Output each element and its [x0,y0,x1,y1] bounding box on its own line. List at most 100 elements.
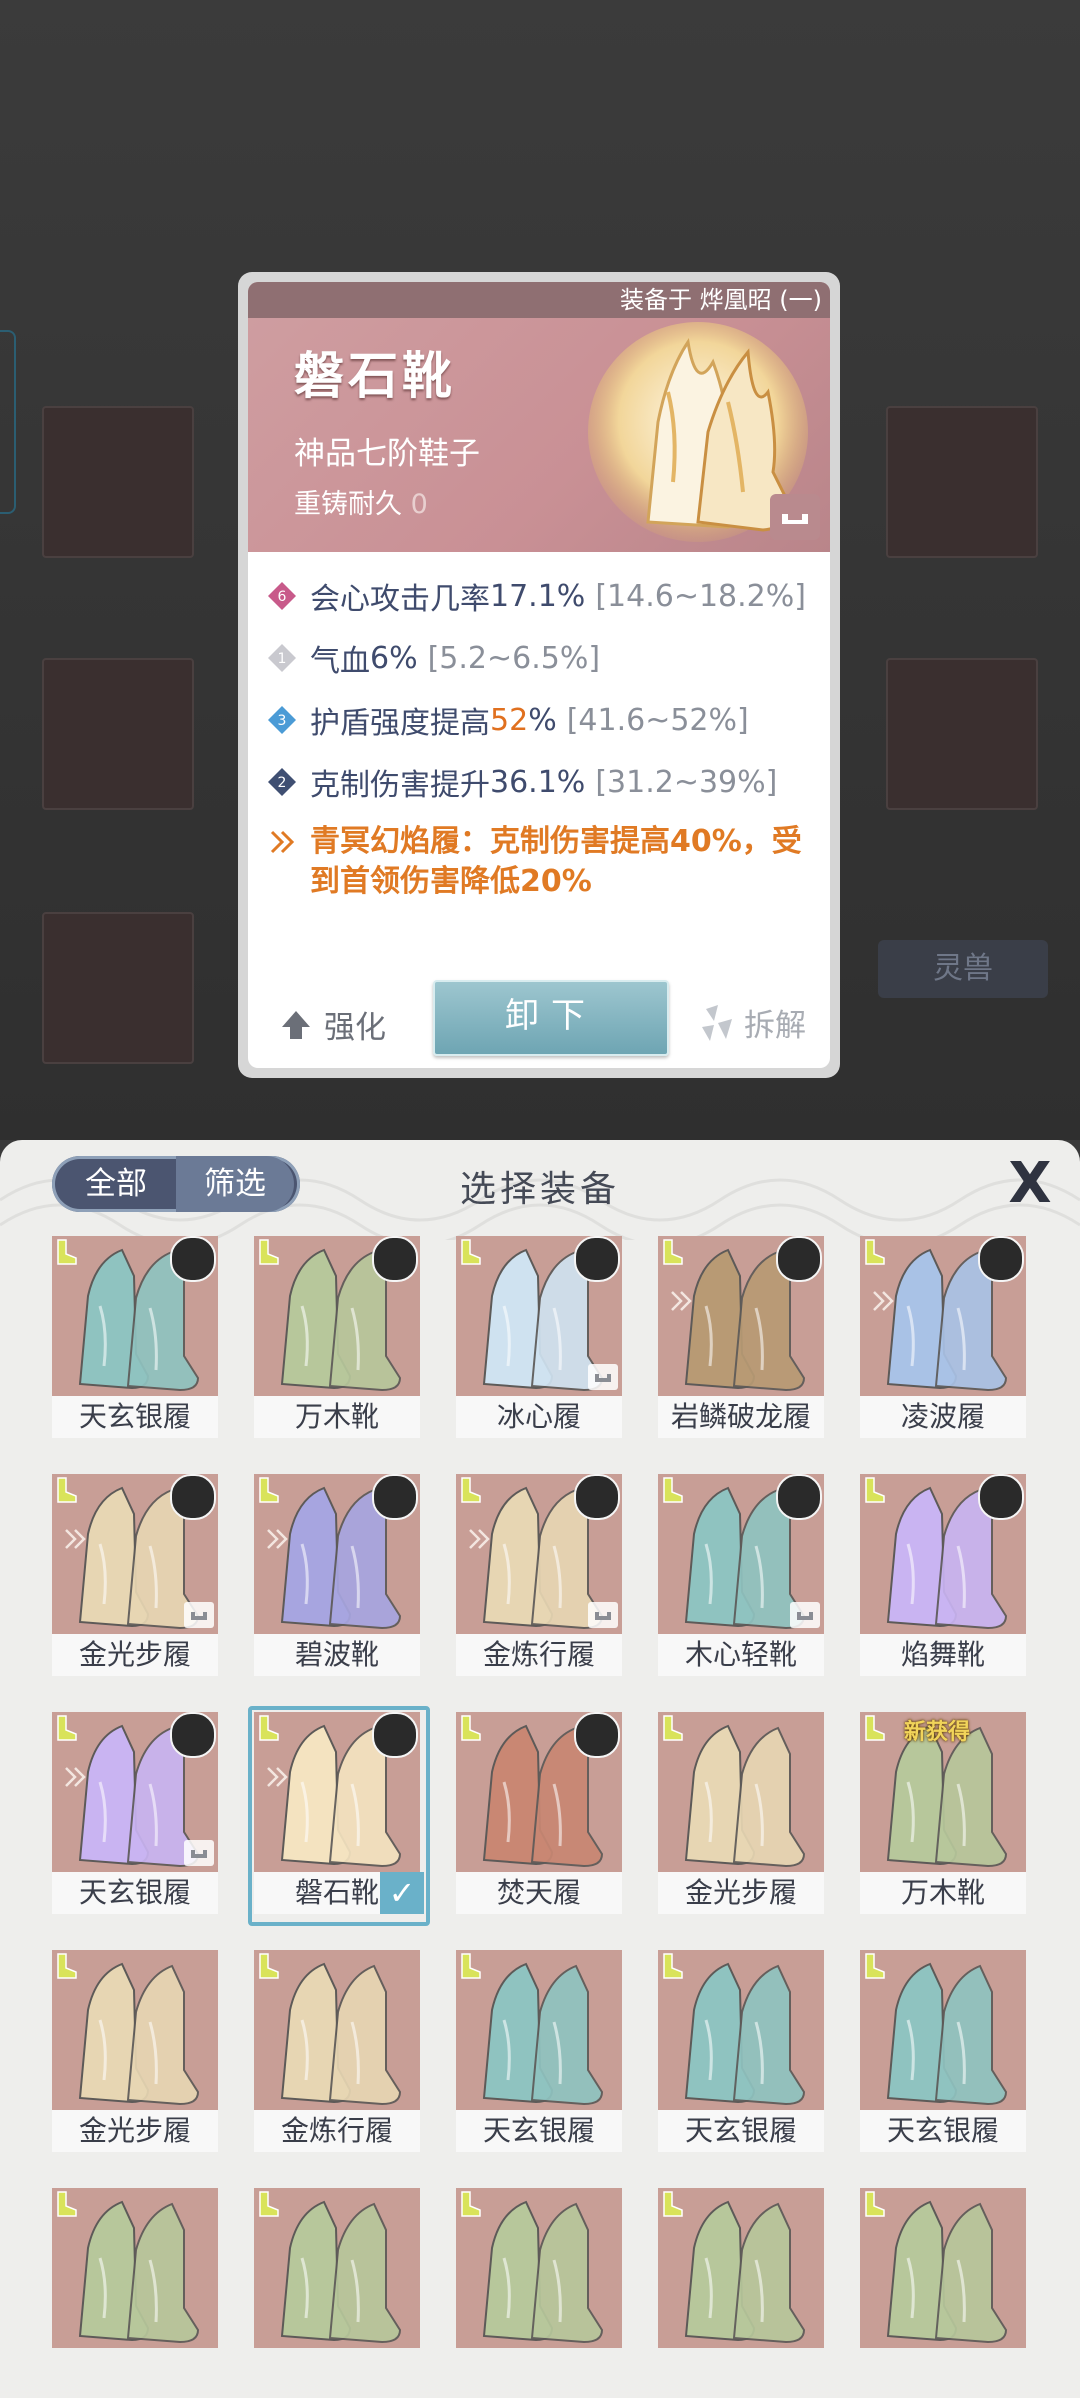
stat-row: 1 气血 6% [5.2~6.5%] [266,634,600,682]
grade-boot-icon [663,2191,683,2217]
unequip-button[interactable]: 卸下 [433,980,669,1056]
equipment-name: 金光步履 [52,1634,218,1676]
equipment-name: 万木靴 [254,1396,420,1438]
lock-icon[interactable] [770,494,820,540]
equipment-item[interactable]: 金炼行履 [456,1474,622,1678]
stat-range: [14.6~18.2%] [595,578,806,614]
grade-boot-icon [57,1477,77,1503]
grade-boot-icon [865,2191,885,2217]
equipment-item[interactable]: 天玄银履 [456,1950,622,2154]
owner-avatar [574,1474,620,1520]
set-bonus-icon [270,830,295,854]
equipment-item[interactable]: 天玄银履 [860,1950,1026,2154]
svg-text:6: 6 [278,589,287,605]
bg-equip-slot [42,912,194,1064]
equipment-name: 天玄银履 [860,2110,1026,2152]
dismantle-icon [702,1004,732,1041]
new-badge: 新获得 [904,1720,971,1745]
equipment-item[interactable] [860,2188,1026,2392]
select-equipment-panel: 全部 筛选 选择装备 X 天玄银履 万木靴 冰心履 岩鳞破龙履 凌波履 金光步履 碧波靴 金炼… [0,1140,1080,2398]
stat-tier-badge-icon: 3 [266,704,298,736]
grade-boot-icon [57,1715,77,1741]
lock-icon [184,1840,214,1866]
equipment-item[interactable]: 冰心履 [456,1236,622,1440]
set-bonus: 青冥幻焰履：克制伤害提高40%，受到首领伤害降低20% [266,822,806,902]
stat-row: 3 护盾强度提高 52% [41.6~52%] [266,696,749,744]
grade-boot-icon [259,1953,279,1979]
stat-name: 克制伤害提升 [310,768,490,803]
stat-name: 气血 [310,644,370,679]
equipment-name: 天玄银履 [52,1396,218,1438]
equipment-item[interactable]: 岩鳞破龙履 [658,1236,824,1440]
equipment-item[interactable]: 焚天履 [456,1712,622,1916]
lock-icon [184,1602,214,1628]
equipment-item[interactable]: 凌波履 [860,1236,1026,1440]
side-tab [0,330,16,514]
equipment-name: 金炼行履 [254,2110,420,2152]
set-bonus-icon [873,1291,894,1311]
dismantle-button[interactable]: 拆解 [698,1000,806,1045]
equipment-name: 万木靴 [860,1872,1026,1914]
equipment-item[interactable]: 天玄银履 [52,1236,218,1440]
owner-avatar [776,1236,822,1282]
equipment-name: 金光步履 [658,1872,824,1914]
enhance-label: 强化 [324,1010,386,1046]
equipment-item[interactable]: 碧波靴 [254,1474,420,1678]
grade-boot-icon [865,1239,885,1265]
bg-equip-slot [42,658,194,810]
equipment-item[interactable]: 磐石靴 ✓ [248,1706,430,1926]
equipment-item[interactable] [658,2188,824,2392]
stat-range: [5.2~6.5%] [427,640,601,676]
equipment-item[interactable]: 焰舞靴 [860,1474,1026,1678]
stat-tier-badge-icon: 2 [266,766,298,798]
item-detail-inner: 装备于 烨凰昭 (一) 磐石靴 神品七阶鞋子 重铸耐久 0 6 会心攻击几率 1… [248,282,830,1068]
equipment-name: 岩鳞破龙履 [658,1396,824,1438]
equipment-item[interactable]: 新获得万木靴 [860,1712,1026,1916]
equipment-name: 金炼行履 [456,1634,622,1676]
enhance-button[interactable]: 强化 [278,1002,386,1047]
owner-avatar [372,1236,418,1282]
equipment-item[interactable]: 金光步履 [52,1950,218,2154]
stat-range: [41.6~52%] [566,702,749,738]
checkmark-icon: ✓ [380,1872,424,1914]
stat-value: 6% [370,640,418,676]
equipment-item[interactable] [456,2188,622,2392]
stat-value-suffix: % [528,702,557,738]
equipment-item[interactable]: 木心轻靴 [658,1474,824,1678]
grade-boot-icon [663,1477,683,1503]
equipment-name: 天玄银履 [456,2110,622,2152]
item-header: 装备于 烨凰昭 (一) 磐石靴 神品七阶鞋子 重铸耐久 0 [248,282,830,552]
grade-boot-icon [259,1239,279,1265]
stat-tier-badge-icon: 6 [266,580,298,612]
equipment-item[interactable]: 金炼行履 [254,1950,420,2154]
close-button[interactable]: X [1004,1156,1056,1212]
stat-value: 52 [490,702,529,738]
equipment-item[interactable] [52,2188,218,2392]
dismantle-label: 拆解 [744,1008,806,1044]
set-bonus-icon [469,1529,490,1549]
equipment-item[interactable]: 金光步履 [658,1712,824,1916]
grade-boot-icon [865,1477,885,1503]
lock-icon [588,1602,618,1628]
equipment-item[interactable]: 天玄银履 [52,1712,218,1916]
set-bonus-icon [671,1291,692,1311]
grade-boot-icon [663,1239,683,1265]
unequip-label: 卸下 [505,996,597,1036]
grade-boot-icon [57,1953,77,1979]
item-grade: 神品七阶鞋子 [294,436,480,472]
equipment-item[interactable]: 万木靴 [254,1236,420,1440]
equipment-item[interactable]: 金光步履 [52,1474,218,1678]
grade-boot-icon [259,2191,279,2217]
equipment-name: 焰舞靴 [860,1634,1026,1676]
grade-boot-icon [259,1477,279,1503]
durability: 重铸耐久 0 [294,482,428,521]
durability-value: 0 [410,489,428,520]
grade-boot-icon [461,1477,481,1503]
grade-boot-icon [57,2191,77,2217]
stat-value: 17.1% [490,578,586,614]
equipment-item[interactable]: 天玄银履 [658,1950,824,2154]
equipment-item[interactable] [254,2188,420,2392]
stat-value: 36.1% [490,764,586,800]
stat-row: 2 克制伤害提升 36.1% [31.2~39%] [266,758,777,806]
bg-equip-slot [42,406,194,558]
